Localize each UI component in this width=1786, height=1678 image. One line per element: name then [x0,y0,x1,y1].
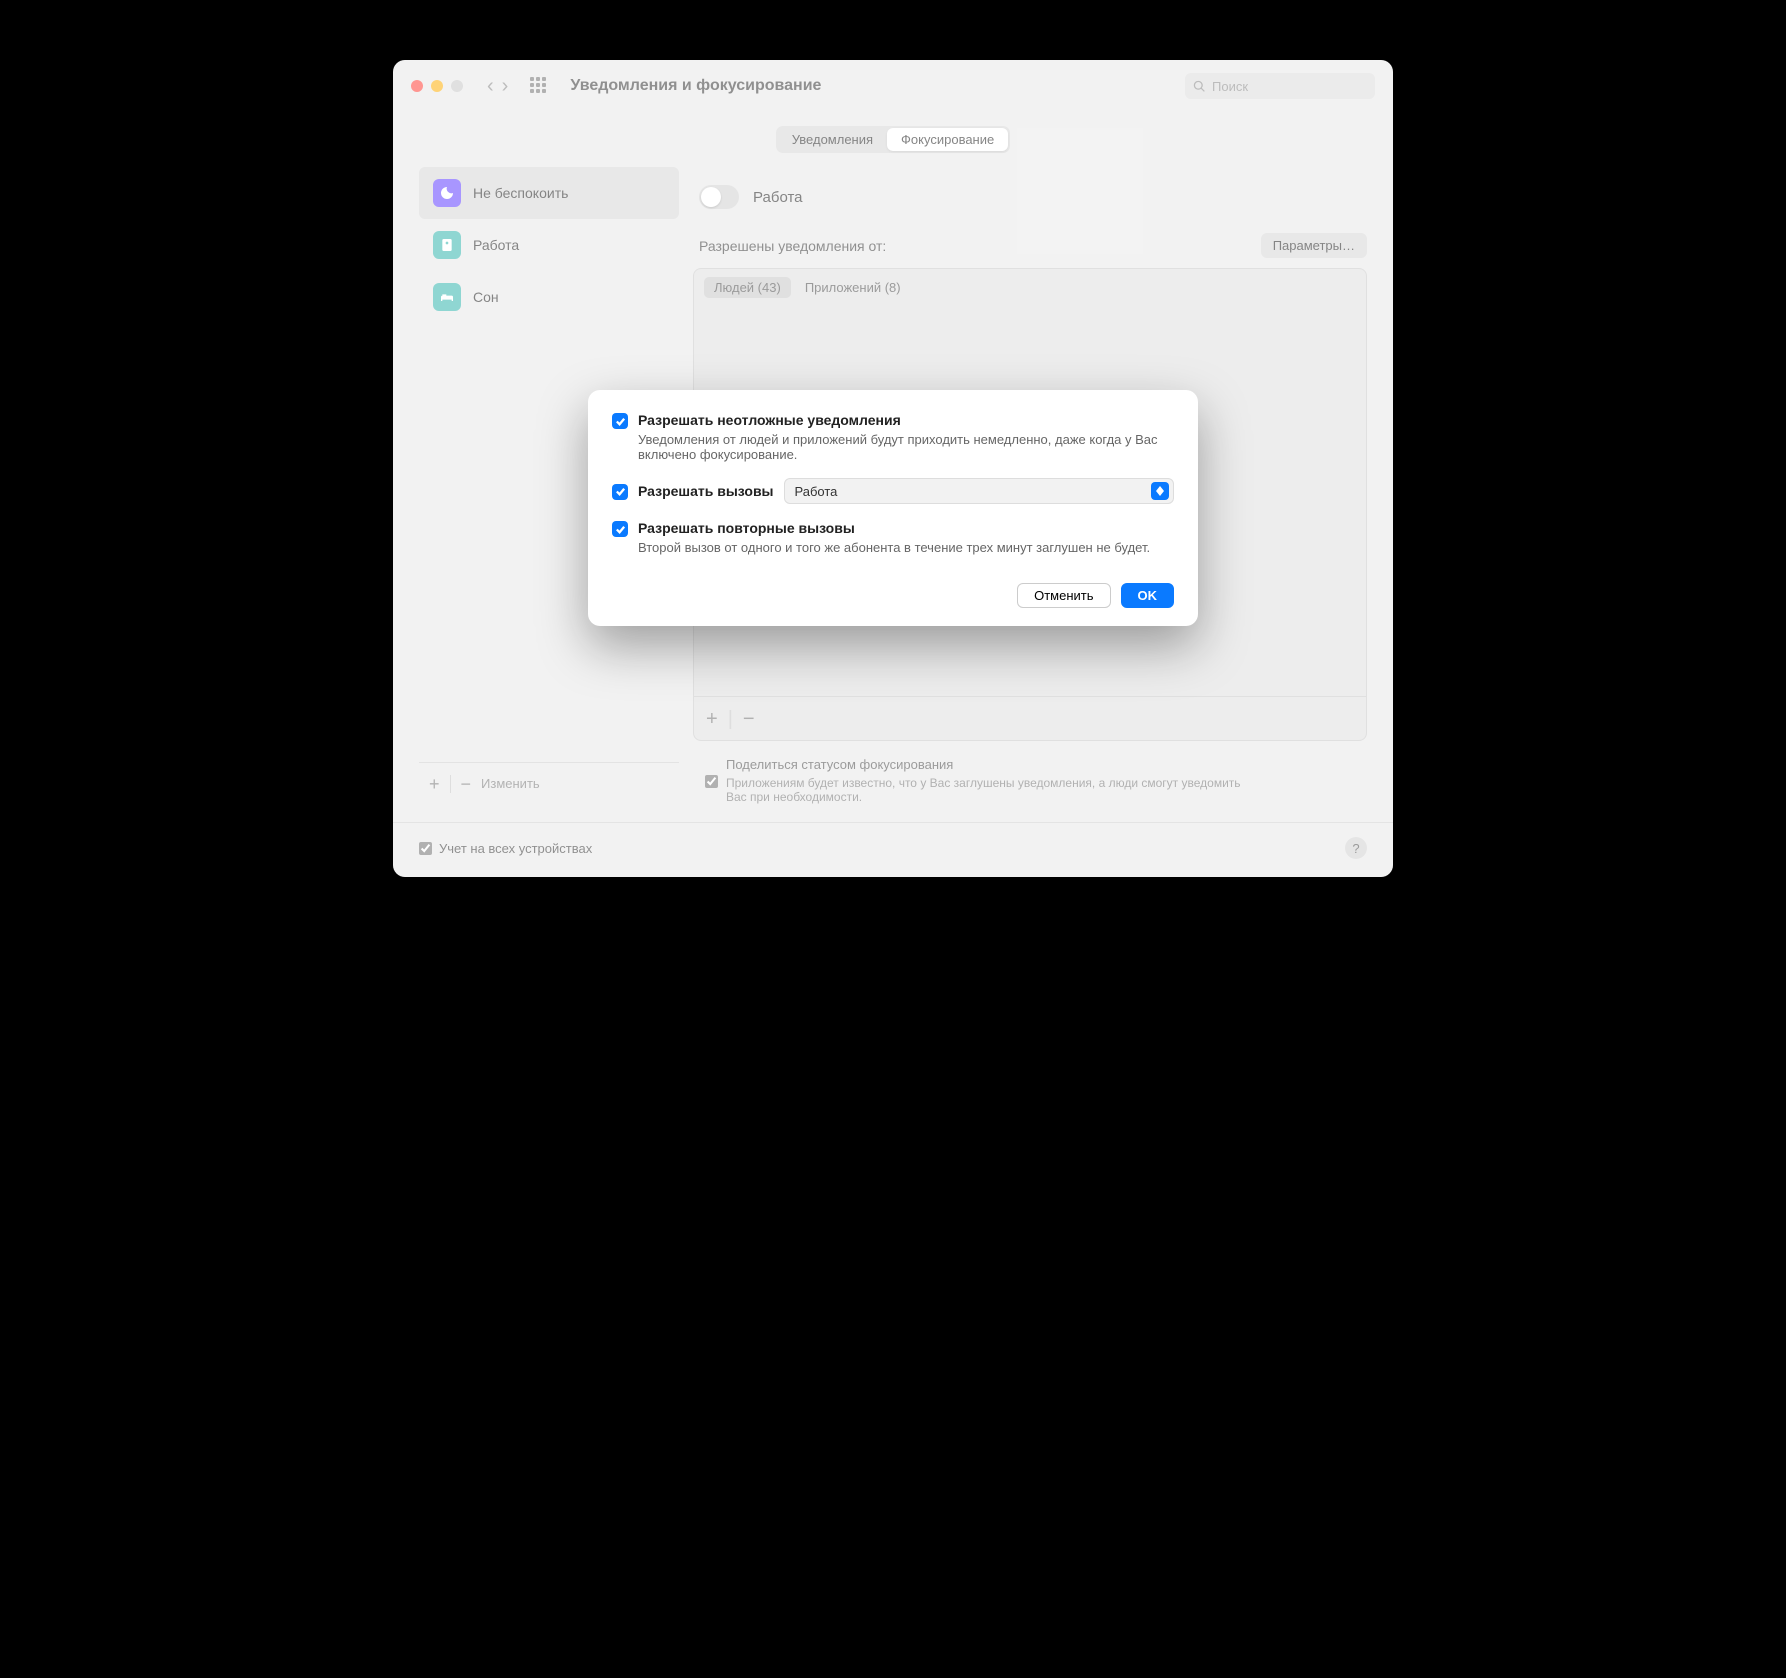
calls-select-value: Работа [795,484,838,499]
urgent-checkbox[interactable] [612,413,628,429]
urgent-label: Разрешать неотложные уведомления [638,412,1158,428]
cancel-button[interactable]: Отменить [1017,583,1110,608]
repeat-description: Второй вызов от одного и того же абонент… [638,540,1150,555]
repeat-label: Разрешать повторные вызовы [638,520,1150,536]
calls-label: Разрешать вызовы [638,483,774,499]
select-stepper-icon [1151,482,1169,500]
options-modal: Разрешать неотложные уведомления Уведомл… [588,390,1198,626]
urgent-description: Уведомления от людей и приложений будут … [638,432,1158,462]
ok-button[interactable]: OK [1121,583,1175,608]
repeat-checkbox[interactable] [612,521,628,537]
calls-checkbox[interactable] [612,484,628,500]
preferences-window: ‹ › Уведомления и фокусирование Поиск Ув… [393,60,1393,877]
calls-select[interactable]: Работа [784,478,1174,504]
